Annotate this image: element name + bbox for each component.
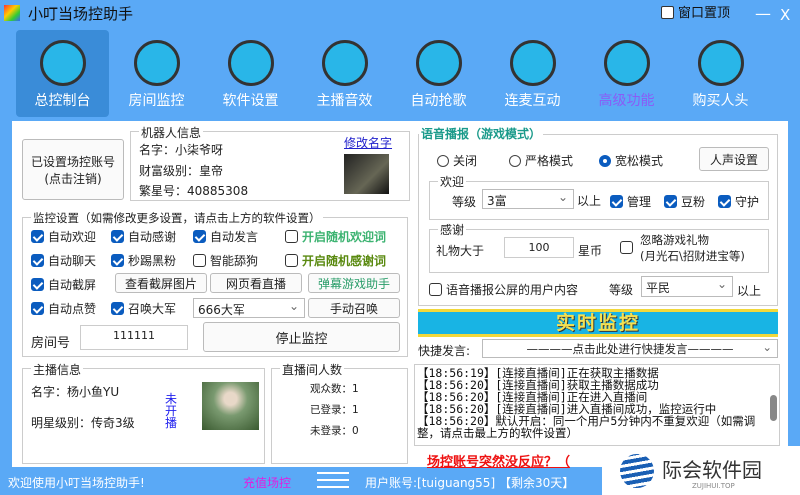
welcome-checkbox-2[interactable]: 守护 (718, 193, 759, 210)
gift-unit: 星币 (578, 244, 603, 258)
monitor-checkbox-1[interactable]: 自动感谢 (111, 228, 176, 245)
monitor-checkbox-3[interactable]: 开启随机欢迎词 (285, 228, 386, 245)
stop-monitor-button[interactable]: 停止监控 (203, 322, 400, 352)
voice-settings-button[interactable]: 人声设置 (699, 147, 769, 171)
minimize-button[interactable]: — (755, 4, 771, 23)
log-line: 【18:56:20】默认开启：同一个用户5分钟内不重复欢迎（如需调整，请点击最上… (417, 414, 756, 440)
monitor-icon (39, 40, 86, 86)
voice-broadcast-group: 语音播报（游戏模式） 关闭严格模式宽松模式 人声设置 欢迎 等级 3富 以上 管… (418, 125, 778, 306)
ignore-game-gifts-label: 忽略游戏礼物 (月光石\招财进宝等) (640, 233, 745, 263)
monitor-checkbox-10[interactable]: 召唤大军 (111, 300, 176, 317)
voice-mode-radio-2[interactable]: 宽松模式 (599, 152, 663, 169)
realtime-monitor-banner: 实时监控 (418, 309, 778, 337)
welcome-checkbox-1[interactable]: 豆粉 (664, 193, 705, 210)
anchor-level: 明星级别：传奇3级 (31, 416, 135, 430)
app-logo (4, 5, 20, 21)
status-welcome: 欢迎使用小叮当场控助手! (8, 476, 145, 490)
manual-summon-button[interactable]: 手动召唤 (308, 298, 400, 318)
room-number-input[interactable]: 111111 (80, 325, 188, 350)
room-count-group: 直播间人数 观众数：1 已登录：1 未登录：0 (271, 361, 408, 464)
welcome-level-label: 等级 (452, 195, 477, 209)
quick-send-label: 快捷发言: (418, 344, 471, 358)
ignore-game-gifts-checkbox[interactable] (620, 241, 637, 255)
rename-link[interactable]: 修改名字 (344, 134, 392, 151)
window-title: 小叮当场控助手 (28, 5, 134, 23)
menu-icon[interactable] (317, 472, 349, 488)
tab-7[interactable]: 购买人头 (674, 30, 767, 117)
globe-icon (620, 454, 654, 488)
tab-2[interactable]: 软件设置 (204, 30, 297, 117)
log-area: 【18:56:19】[连接直播间]正在获取主播数据 【18:56:20】[连接直播… (414, 364, 780, 446)
log-scrollbar[interactable] (770, 395, 777, 421)
tab-6[interactable]: 高级功能 (580, 30, 673, 117)
public-content-checkbox[interactable]: 语音播报公屏的用户内容 (429, 281, 578, 298)
account-unresponsive-link[interactable]: 场控账号突然没反应？（ (427, 451, 570, 470)
tab-4[interactable]: 自动抢歌 (392, 30, 485, 117)
gear-icon (227, 40, 274, 86)
public-level-select[interactable]: 平民 (641, 276, 733, 297)
monitor-checkbox-0[interactable]: 自动欢迎 (31, 228, 96, 245)
webcam-icon (133, 40, 180, 86)
view-screenshots-button[interactable]: 查看截屏图片 (115, 273, 207, 293)
monitor-checkbox-4[interactable]: 自动聊天 (31, 252, 96, 269)
microphone-icon (509, 40, 556, 86)
monitor-checkbox-2[interactable]: 自动发言 (193, 228, 258, 245)
tab-5[interactable]: 连麦互动 (486, 30, 579, 117)
welcome-above-label: 以上 (577, 194, 602, 208)
danmaku-game-button[interactable]: 弹幕游戏助手 (308, 273, 400, 293)
robot-name: 名字：小柒爷呀 (139, 143, 224, 157)
monitor-checkbox-6[interactable]: 智能舔狗 (193, 252, 258, 269)
quick-send-select[interactable]: ————点击此处进行快捷发言———— (482, 339, 778, 358)
voice-mode-radio-1[interactable]: 严格模式 (509, 152, 573, 169)
status-account: 用户账号:[tuiguang55] 【剩余30天】 (365, 476, 575, 490)
robot-avatar (344, 154, 389, 194)
room-label: 房间号 (31, 336, 71, 351)
robot-info-group: 机器人信息 名字：小柒爷呀 财富级别：皇帝 繁星号：40885308 修改名字 (130, 124, 410, 201)
monitor-checkbox-7[interactable]: 开启随机感谢词 (285, 252, 386, 269)
live-status: 未开播 (165, 392, 178, 430)
music-disc-icon (415, 40, 462, 86)
close-button[interactable]: X (780, 6, 790, 24)
account-button[interactable]: 已设置场控账号 (点击注销) (22, 139, 124, 200)
tab-0[interactable]: 总控制台 (16, 30, 109, 117)
tab-1[interactable]: 房间监控 (110, 30, 203, 117)
headphones-icon (321, 40, 368, 86)
monitor-settings-group: 监控设置（如需修改更多设置，请点击上方的软件设置） 自动欢迎 自动感谢 自动发言 开启… (22, 210, 408, 357)
robot-wealth: 财富级别：皇帝 (139, 164, 224, 178)
logged-count: 已登录：1 (310, 404, 359, 416)
thanks-group: 感谢 礼物大于 100 星币 忽略游戏礼物 (月光石\招财进宝等) (429, 221, 769, 273)
crown-icon (603, 40, 650, 86)
viewers-count: 观众数：1 (310, 383, 359, 395)
monitor-checkbox-9[interactable]: 自动点赞 (31, 300, 96, 317)
tab-3[interactable]: 主播音效 (298, 30, 391, 117)
welcome-checkbox-0[interactable]: 管理 (610, 193, 651, 210)
robot-id: 繁星号：40885308 (139, 184, 249, 198)
anchor-avatar (202, 382, 259, 430)
web-live-button[interactable]: 网页看直播 (210, 273, 302, 293)
unlogged-count: 未登录：0 (310, 425, 359, 437)
monitor-checkbox-8[interactable]: 自动截屏 (31, 276, 96, 293)
anchor-info-group: 主播信息 名字：杨小鱼YU 明星级别：传奇3级 未开播 (22, 361, 265, 464)
pin-window-toggle[interactable]: 窗口置顶 (661, 2, 730, 21)
public-above-label: 以上 (737, 284, 762, 298)
anchor-name: 名字：杨小鱼YU (31, 385, 120, 399)
gift-icon (697, 40, 744, 86)
welcome-level-select[interactable]: 3富 (482, 189, 574, 209)
gift-threshold-input[interactable]: 100 (504, 237, 574, 258)
recharge-link[interactable]: 充值场控 (243, 474, 291, 491)
monitor-checkbox-5[interactable]: 秒踢黑粉 (111, 252, 176, 269)
gift-label: 礼物大于 (436, 244, 485, 258)
public-level-label: 等级 (609, 283, 634, 297)
watermark: 际会软件园 ZUJIHUI.TOP (602, 446, 800, 495)
welcome-group: 欢迎 等级 3富 以上 管理豆粉守护 (429, 173, 769, 220)
army-select[interactable]: 666大军 (193, 298, 305, 318)
voice-mode-radio-0[interactable]: 关闭 (437, 152, 477, 169)
